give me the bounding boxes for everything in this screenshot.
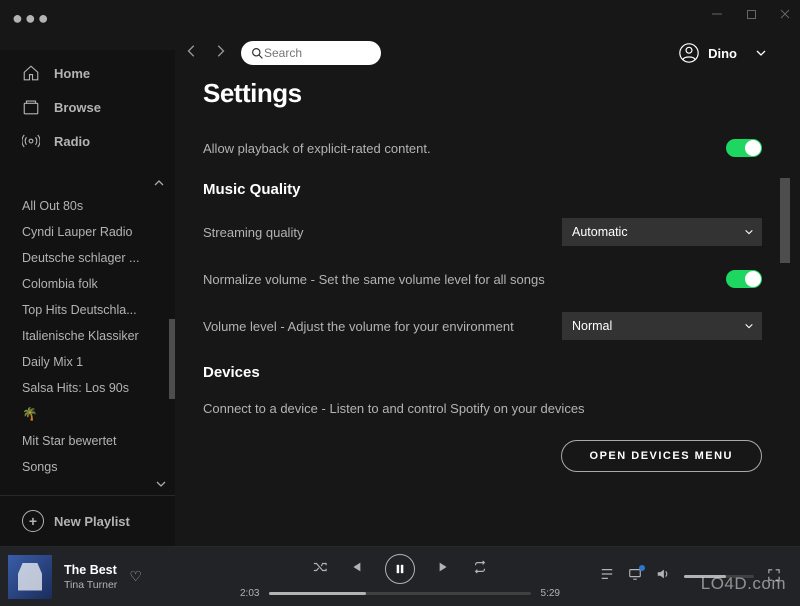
chevron-up-icon[interactable] <box>153 177 165 189</box>
chevron-down-icon[interactable] <box>155 478 167 490</box>
playlist-item[interactable]: 🌴 <box>0 401 175 428</box>
track-artist[interactable]: Tina Turner <box>64 579 117 591</box>
minimize-button[interactable] <box>710 7 724 21</box>
playlist-item[interactable]: Top Hits Deutschla... <box>0 297 175 323</box>
maximize-button[interactable] <box>744 7 758 21</box>
explicit-label: Allow playback of explicit-rated content… <box>203 141 431 156</box>
pause-button[interactable] <box>385 554 415 584</box>
progress-bar[interactable] <box>269 592 530 595</box>
playlist-item[interactable]: All Out 80s <box>0 193 175 219</box>
heart-icon[interactable]: ♡ <box>129 568 142 585</box>
topbar: Dino <box>175 28 785 78</box>
nav-label: Radio <box>54 134 90 149</box>
nav-radio[interactable]: Radio <box>0 124 175 158</box>
window-controls <box>702 0 800 28</box>
total-time: 5:29 <box>541 588 560 599</box>
user-name: Dino <box>708 46 737 61</box>
volume-level-select[interactable]: Normal <box>562 312 762 340</box>
open-devices-button[interactable]: OPEN DEVICES MENU <box>561 440 762 472</box>
fullscreen-button[interactable] <box>768 568 780 586</box>
volume-slider[interactable] <box>684 575 754 578</box>
devices-button[interactable] <box>628 567 642 586</box>
album-art[interactable] <box>8 555 52 599</box>
app-menu-dots[interactable]: ●●● <box>12 8 51 29</box>
nav-browse[interactable]: Browse <box>0 90 175 124</box>
previous-button[interactable] <box>349 560 363 579</box>
chevron-down-icon <box>753 47 769 59</box>
home-icon <box>22 64 40 82</box>
nav-label: Home <box>54 66 90 81</box>
track-title[interactable]: The Best <box>64 563 117 577</box>
plus-icon: + <box>22 510 44 532</box>
explicit-toggle[interactable] <box>726 139 762 157</box>
repeat-button[interactable] <box>473 560 487 579</box>
progress-fill <box>269 592 366 595</box>
volume-fill <box>684 575 726 578</box>
playlist-item[interactable]: Songs <box>0 454 175 477</box>
playlist-item[interactable]: Salsa Hits: Los 90s <box>0 375 175 401</box>
search-box[interactable] <box>241 41 381 65</box>
volume-level-label: Volume level - Adjust the volume for you… <box>203 319 514 334</box>
normalize-toggle[interactable] <box>726 270 762 288</box>
playlist-item[interactable]: Cyndi Lauper Radio <box>0 219 175 245</box>
playlist-item[interactable]: Italienische Klassiker <box>0 323 175 349</box>
streaming-quality-select[interactable]: Automatic <box>562 218 762 246</box>
volume-icon[interactable] <box>656 567 670 586</box>
section-devices: Devices <box>203 364 762 381</box>
new-playlist-label: New Playlist <box>54 514 130 529</box>
now-playing: The Best Tina Turner ♡ <box>0 555 220 599</box>
main-scrollbar-track[interactable] <box>780 78 790 546</box>
shuffle-button[interactable] <box>313 560 327 579</box>
new-playlist-button[interactable]: + New Playlist <box>0 495 175 546</box>
page-title: Settings <box>203 78 762 109</box>
sidebar: Home Browse Radio All Out 80s Cyndi Laup… <box>0 50 175 546</box>
section-music-quality: Music Quality <box>203 181 762 198</box>
main-scrollbar-thumb[interactable] <box>780 178 790 263</box>
close-button[interactable] <box>778 7 792 21</box>
playlist-item[interactable]: Deutsche schlager ... <box>0 245 175 271</box>
elapsed-time: 2:03 <box>240 588 259 599</box>
user-icon <box>678 42 700 64</box>
browse-icon <box>22 98 40 116</box>
next-button[interactable] <box>437 560 451 579</box>
playlist-item[interactable]: Colombia folk <box>0 271 175 297</box>
user-menu[interactable]: Dino <box>678 42 769 64</box>
streaming-quality-label: Streaming quality <box>203 225 303 240</box>
nav-label: Browse <box>54 100 101 115</box>
nav-home[interactable]: Home <box>0 56 175 90</box>
playlist-item[interactable]: Mit Star bewertet <box>0 428 175 454</box>
playlist-list: All Out 80s Cyndi Lauper Radio Deutsche … <box>0 189 175 477</box>
main-content: Settings Allow playback of explicit-rate… <box>175 78 790 546</box>
radio-icon <box>22 132 40 150</box>
queue-button[interactable] <box>600 567 614 586</box>
normalize-label: Normalize volume - Set the same volume l… <box>203 272 545 287</box>
playlist-item[interactable]: Daily Mix 1 <box>0 349 175 375</box>
player-bar: The Best Tina Turner ♡ 2:03 <box>0 546 800 606</box>
back-button[interactable] <box>185 44 199 63</box>
search-icon <box>251 47 264 60</box>
devices-label: Connect to a device - Listen to and cont… <box>203 401 585 416</box>
search-input[interactable] <box>264 46 371 60</box>
forward-button[interactable] <box>213 44 227 63</box>
